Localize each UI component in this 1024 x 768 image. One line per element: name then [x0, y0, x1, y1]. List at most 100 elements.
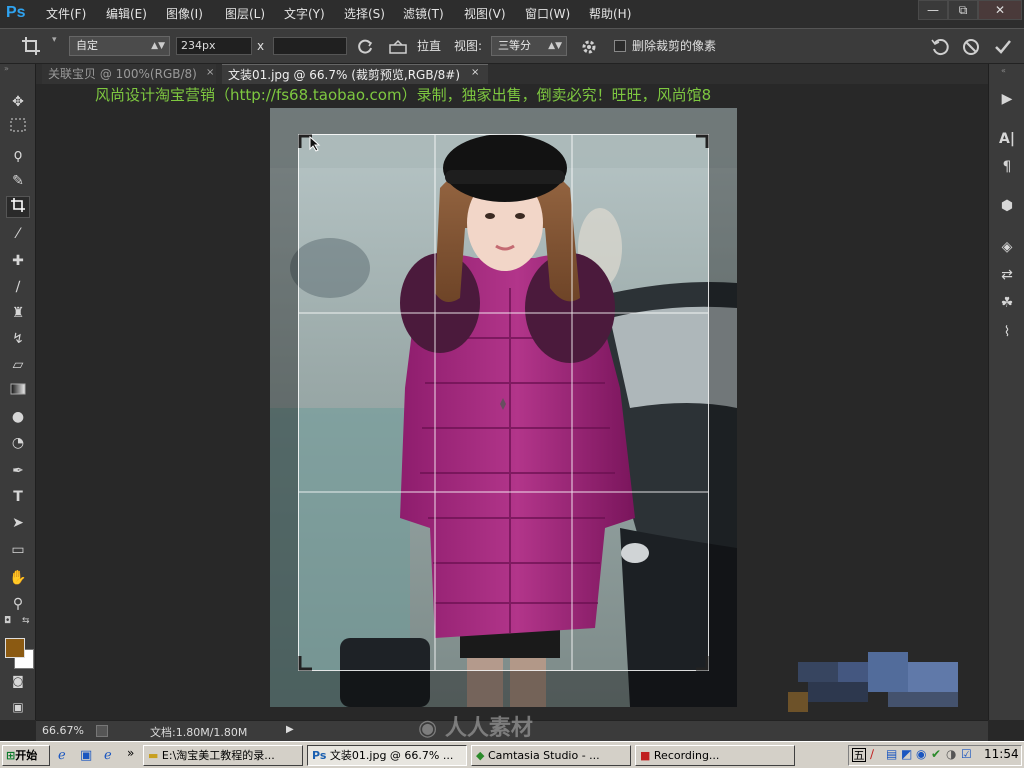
ie-icon[interactable]: ℯ	[58, 748, 66, 763]
crop-tool-preset-icon[interactable]	[20, 35, 42, 57]
default-colors-icon[interactable]: ◘	[4, 616, 11, 626]
path-select-icon[interactable]: ➤	[6, 512, 30, 534]
straighten-icon[interactable]	[388, 38, 408, 56]
minimize-button[interactable]: —	[918, 0, 948, 20]
close-button[interactable]: ✕	[978, 0, 1022, 20]
quick-select-icon[interactable]: ✎	[6, 170, 30, 192]
menu-select[interactable]: 选择(S)	[344, 5, 385, 23]
history-brush-icon[interactable]: ↯	[6, 328, 30, 350]
recording-watermark-text: 风尚设计淘宝营销（http://fs68.taobao.com）录制，独家出售，…	[95, 86, 712, 104]
quicklaunch-more-icon[interactable]: »	[127, 746, 134, 760]
document-canvas-photo[interactable]	[270, 108, 737, 707]
gradient-icon[interactable]	[6, 380, 30, 402]
options-bar: ▾ 自定 ▲▼ 234px x 拉直 视图: 三等分 ▲▼ 删除裁剪的像素	[0, 28, 1024, 64]
straighten-label[interactable]: 拉直	[417, 37, 441, 55]
stamp-icon[interactable]: ♜	[6, 302, 30, 324]
restore-button[interactable]: ⧉	[948, 0, 978, 20]
pen-tray-icon[interactable]: ∕	[870, 747, 874, 761]
menu-file[interactable]: 文件(F)	[46, 5, 86, 23]
security-tray-icon[interactable]: ✔	[931, 747, 941, 761]
play-icon[interactable]: ▶	[995, 88, 1019, 110]
clock[interactable]: 11:54	[984, 747, 1019, 761]
pen-icon[interactable]: ✒	[6, 460, 30, 482]
desktop-icon[interactable]: ▣	[80, 748, 92, 763]
zoom-icon[interactable]: ⚲	[6, 593, 30, 615]
menu-filter[interactable]: 滤镜(T)	[403, 5, 444, 23]
ie-icon[interactable]: ℯ	[104, 748, 112, 763]
screen-mode-icon[interactable]: ▣	[6, 696, 30, 718]
marquee-icon[interactable]	[6, 117, 30, 139]
menu-layer[interactable]: 图层(L)	[225, 5, 265, 23]
menu-help[interactable]: 帮助(H)	[589, 5, 631, 23]
color-panel-icon[interactable]: ☘	[995, 292, 1019, 314]
dock-collapse-icon[interactable]: «	[1001, 66, 1006, 75]
gear-icon[interactable]	[579, 37, 599, 57]
menu-window[interactable]: 窗口(W)	[525, 5, 570, 23]
hand-icon[interactable]: ✋	[6, 567, 30, 589]
swap-dimensions-label[interactable]: x	[257, 37, 264, 55]
commit-crop-icon[interactable]	[993, 37, 1013, 57]
ime-icon[interactable]: 五	[852, 748, 866, 762]
3d-panel-icon[interactable]: ⬢	[995, 195, 1019, 217]
brush-icon[interactable]: ∕	[6, 276, 30, 298]
menu-image[interactable]: 图像(I)	[166, 5, 203, 23]
status-menu-icon[interactable]	[96, 725, 108, 737]
lasso-icon[interactable]: ϙ	[6, 144, 30, 166]
status-arrow-icon[interactable]: ▶	[286, 724, 294, 735]
mouse-cursor-icon	[309, 135, 321, 152]
taskbar-camtasia-window[interactable]: ◆ Camtasia Studio - ...	[471, 745, 631, 766]
eyedropper-icon[interactable]: ⁄	[6, 223, 30, 245]
blur-icon[interactable]: ●	[6, 406, 30, 428]
network-tray-icon[interactable]: ▤	[886, 747, 897, 761]
layers-panel-icon[interactable]: ◈	[995, 236, 1019, 258]
delete-cropped-checkbox[interactable]	[614, 40, 626, 52]
crop-width-input[interactable]: 234px	[176, 37, 252, 55]
photoshop-logo: Ps	[6, 4, 26, 21]
tab-related-items[interactable]: 关联宝贝 @ 100%(RGB/8)	[42, 64, 216, 84]
type-icon[interactable]: T	[6, 486, 30, 508]
folder-icon: ▬	[148, 749, 159, 762]
crop-height-input[interactable]	[273, 37, 347, 55]
tray-icon[interactable]: ◩	[901, 747, 912, 761]
toolbox-collapse-icon[interactable]: »	[4, 65, 32, 73]
crop-icon[interactable]	[6, 196, 30, 218]
preset-dropdown-arrow-icon[interactable]: ▾	[52, 35, 57, 45]
cancel-crop-icon[interactable]	[961, 37, 981, 57]
tray-icon[interactable]: ◉	[916, 747, 926, 761]
windows-logo-icon: ⊞	[6, 749, 16, 762]
start-button[interactable]: ⊞开始	[2, 745, 50, 766]
paragraph-panel-icon[interactable]: ¶	[995, 156, 1019, 178]
tray-icon[interactable]: ◑	[946, 747, 956, 761]
history-panel-icon[interactable]: ⇄	[995, 264, 1019, 286]
photoshop-app-icon: Ps	[312, 749, 327, 762]
quick-mask-icon[interactable]: ◙	[6, 670, 30, 692]
reset-crop-icon[interactable]	[930, 37, 950, 57]
character-panel-icon[interactable]: A|	[995, 128, 1019, 150]
overlay-view-select[interactable]: 三等分 ▲▼	[491, 36, 567, 56]
tab-close-icon[interactable]: ×	[206, 67, 214, 78]
tab-active-document[interactable]: 文装01.jpg @ 66.7% (裁剪预览,RGB/8#)	[222, 64, 488, 84]
dodge-icon[interactable]: ◔	[6, 432, 30, 454]
healing-icon[interactable]: ✚	[6, 250, 30, 272]
taskbar-photoshop-window[interactable]: Ps 文装01.jpg @ 66.7% ...	[307, 745, 467, 766]
site-watermark-logo-icon: ◉	[418, 716, 438, 741]
menu-edit[interactable]: 编辑(E)	[106, 5, 147, 23]
move-icon[interactable]: ✥	[6, 91, 30, 113]
rectangle-icon[interactable]: ▭	[6, 539, 30, 561]
eraser-icon[interactable]: ▱	[6, 354, 30, 376]
zoom-level[interactable]: 66.67%	[42, 724, 84, 737]
paths-panel-icon[interactable]: ⌇	[995, 321, 1019, 343]
crop-preset-select[interactable]: 自定 ▲▼	[69, 36, 170, 56]
menu-type[interactable]: 文字(Y)	[284, 5, 325, 23]
swap-colors-icon[interactable]: ⇆	[22, 616, 30, 626]
windows-taskbar: ⊞开始 ℯ ▣ ℯ » ▬ E:\淘宝美工教程的录... Ps 文装01.jpg…	[0, 741, 1024, 768]
clear-icon[interactable]	[356, 38, 374, 56]
tray-icon[interactable]: ☑	[961, 747, 972, 761]
tab-close-icon[interactable]: ×	[471, 67, 479, 78]
foreground-color-swatch[interactable]	[5, 638, 25, 658]
taskbar-recording-window[interactable]: ■ Recording...	[635, 745, 795, 766]
delete-cropped-label[interactable]: 删除裁剪的像素	[632, 37, 716, 55]
taskbar-explorer-window[interactable]: ▬ E:\淘宝美工教程的录...	[143, 745, 303, 766]
document-size: 文档:1.80M/1.80M	[150, 726, 248, 739]
menu-view[interactable]: 视图(V)	[464, 5, 506, 23]
